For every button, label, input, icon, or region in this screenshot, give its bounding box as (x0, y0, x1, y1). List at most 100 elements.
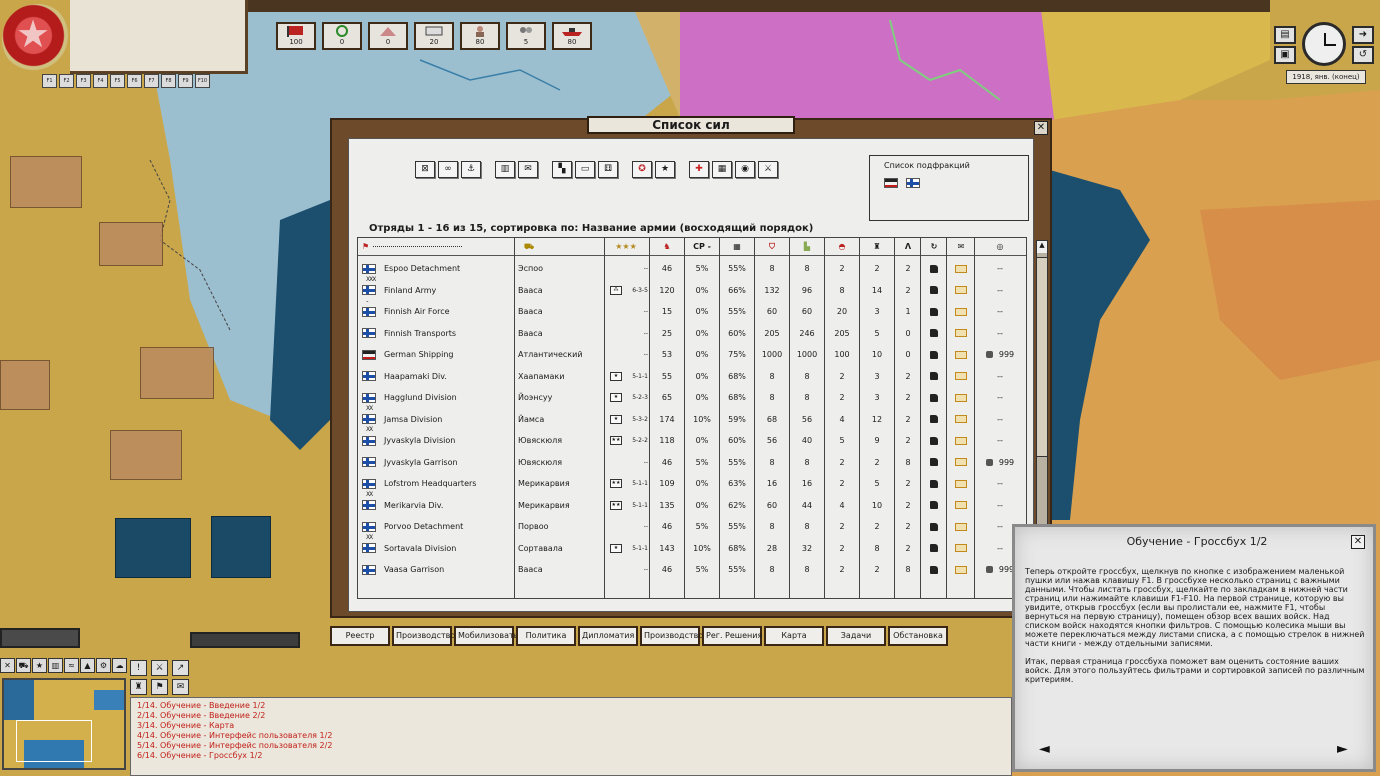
sort-helmet-header[interactable]: ◓ (825, 238, 859, 255)
resource-ammo[interactable]: 20 (414, 22, 454, 50)
close-icon[interactable]: ✕ (1351, 535, 1365, 549)
hotkey-f10[interactable]: F10 (195, 74, 210, 88)
table-row[interactable]: Finnish Transports Вааса -- 25 0% 60% 205 246 20… (358, 323, 1026, 344)
sort-morale-header[interactable]: ⛉ (755, 238, 789, 255)
filter-red-star-icon[interactable]: ✪ (632, 161, 652, 178)
province-tile[interactable] (99, 222, 163, 266)
province-tile[interactable] (110, 430, 182, 480)
tab-production-2[interactable]: Производство (640, 626, 703, 646)
save-icon[interactable]: ▣ (1274, 46, 1296, 64)
filter-star-icon[interactable]: ★ (655, 161, 675, 178)
attack-icon[interactable]: ↗ (172, 660, 189, 676)
boot-icon[interactable] (930, 264, 938, 273)
terrain-icon[interactable]: ▲ (80, 658, 95, 673)
weather-icon[interactable]: ☁ (112, 658, 127, 673)
envelope-icon[interactable] (955, 436, 967, 445)
previous-arrow-icon[interactable]: ◄ (1039, 741, 1050, 757)
province-tile[interactable] (140, 347, 214, 399)
sort-rank-header[interactable]: Λ (895, 238, 921, 255)
tab-regional-decisions[interactable]: Рег. Решения (702, 626, 762, 646)
table-row[interactable]: XX Jamsa Division Йамса ★ 5-3-2 174 10% 59% 68 56… (358, 405, 1026, 430)
filter-medical-icon[interactable]: ✚ (689, 161, 709, 178)
envelope-icon[interactable] (955, 565, 967, 574)
road-icon[interactable]: ≈ (64, 658, 79, 673)
hotkey-f9[interactable]: F9 (178, 74, 193, 88)
unit-name[interactable]: Jyvaskyla Division (384, 430, 455, 451)
crossed-swords-icon[interactable]: ✕ (0, 658, 15, 673)
envelope-icon[interactable] (955, 501, 967, 509)
scroll-thumb[interactable] (1037, 257, 1047, 457)
star-icon[interactable]: ★ (32, 658, 47, 673)
unit-name[interactable]: Espoo Detachment (384, 258, 460, 279)
hotkey-f6[interactable]: F6 (127, 74, 142, 88)
boot-icon[interactable] (930, 393, 938, 402)
finland-flag-icon[interactable] (906, 178, 920, 188)
log-entry[interactable]: 2/14. Обучение - Введение 2/2 (137, 711, 1005, 721)
unit-name[interactable]: German Shipping (384, 344, 453, 365)
resource-navy[interactable]: 80 (552, 22, 592, 50)
germany-flag-icon[interactable] (884, 178, 898, 188)
sort-posture-header[interactable]: ↻ (921, 238, 947, 255)
filter-building-icon[interactable]: ▥ (495, 161, 515, 178)
log-entry[interactable]: 6/14. Обучение - Гроссбух 1/2 (137, 751, 1005, 761)
filter-grid-icon[interactable]: ▦ (712, 161, 732, 178)
boot-icon[interactable] (930, 544, 938, 552)
envelope-icon[interactable] (955, 372, 967, 380)
hotkey-f8[interactable]: F8 (161, 74, 176, 88)
resource-officers[interactable]: 80 (460, 22, 500, 50)
filter-all-icon[interactable]: ⊠ (415, 161, 435, 178)
minimap-viewport[interactable] (16, 720, 92, 762)
filter-dice-icon[interactable]: ⚅ (598, 161, 618, 178)
filter-link-icon[interactable]: ∞ (438, 161, 458, 178)
alert-icon[interactable]: ! (130, 660, 147, 676)
scroll-up-icon[interactable]: ▲ (1037, 241, 1047, 253)
province-tile[interactable] (10, 156, 82, 208)
unit-name[interactable]: Finnish Air Force (384, 301, 450, 322)
table-row[interactable]: Porvoo Detachment Порвоо -- 46 5% 55% 8 8 2 2 2 -- (358, 516, 1026, 537)
envelope-icon[interactable] (955, 544, 967, 552)
resource-manpower[interactable]: 5 (506, 22, 546, 50)
message-icon[interactable]: ✉ (172, 679, 189, 695)
boot-icon[interactable] (930, 350, 938, 359)
sea-zone[interactable] (211, 516, 271, 578)
envelope-icon[interactable] (955, 307, 967, 316)
unit-name[interactable]: Sortavala Division (384, 538, 456, 559)
table-row[interactable]: XXX Finland Army Вааса ⁂ 6-3-5 120 0% 66% 132 96 8… (358, 276, 1026, 301)
unit-name[interactable]: Vaasa Garrison (384, 559, 444, 580)
table-row[interactable]: Hagglund Division Йоэнсуу ★ 5-2-3 65 0% 68% 8 8 2… (358, 387, 1026, 408)
envelope-icon[interactable] (955, 479, 967, 488)
boot-icon[interactable] (930, 436, 938, 445)
log-entry[interactable]: 1/14. Обучение - Введение 1/2 (137, 701, 1005, 711)
sort-supply-header[interactable]: ▦ (720, 238, 754, 255)
envelope-icon[interactable] (955, 458, 967, 466)
boot-icon[interactable] (930, 415, 938, 423)
table-row[interactable]: Espoo Detachment Эспоо -- 46 5% 55% 8 8 2 2 2 -- (358, 258, 1026, 279)
resource-prestige[interactable]: 0 (322, 22, 362, 50)
tab-roster[interactable]: Реестр (330, 626, 390, 646)
table-row[interactable]: German Shipping Атлантический -- 53 0% 75% 100… (358, 344, 1026, 365)
unit-name[interactable]: Jyvaskyla Garrison (384, 452, 458, 473)
sort-unit-count-header[interactable]: ♜ (860, 238, 894, 255)
boot-icon[interactable] (930, 479, 938, 488)
boot-icon[interactable] (930, 307, 938, 316)
boot-icon[interactable] (930, 501, 938, 509)
table-row[interactable]: XX Jyvaskyla Division Ювяскюля ★★ 5-2-2 118 0%… (358, 426, 1026, 451)
unit-name[interactable]: Lofstrom Headquarters (384, 473, 476, 494)
sort-leader-header[interactable]: ★★★ (604, 238, 648, 255)
national-emblem[interactable]: ★ (2, 4, 72, 74)
boot-icon[interactable] (930, 522, 938, 531)
sort-strength-header[interactable]: ♞ (650, 238, 684, 255)
tab-situation[interactable]: Обстановка (888, 626, 948, 646)
table-row[interactable]: Jyvaskyla Garrison Ювяскюля -- 46 5% 55% 8 8 2 2 8… (358, 452, 1026, 473)
tab-diplomacy[interactable]: Дипломатия (578, 626, 638, 646)
filter-artillery-icon[interactable]: ⚔ (758, 161, 778, 178)
boot-icon[interactable] (930, 458, 938, 466)
sword-icon[interactable]: ⚔ (151, 660, 168, 676)
hotkey-f2[interactable]: F2 (59, 74, 74, 88)
message-log[interactable]: 1/14. Обучение - Введение 1/2 2/14. Обуч… (130, 697, 1012, 776)
sort-orders-header[interactable]: ✉ (947, 238, 975, 255)
filter-checker-icon[interactable]: ▚ (552, 161, 572, 178)
sort-objective-header[interactable]: ◎ (975, 238, 1025, 255)
unit-name[interactable]: Haapamaki Div. (384, 366, 447, 387)
envelope-icon[interactable] (955, 350, 967, 359)
